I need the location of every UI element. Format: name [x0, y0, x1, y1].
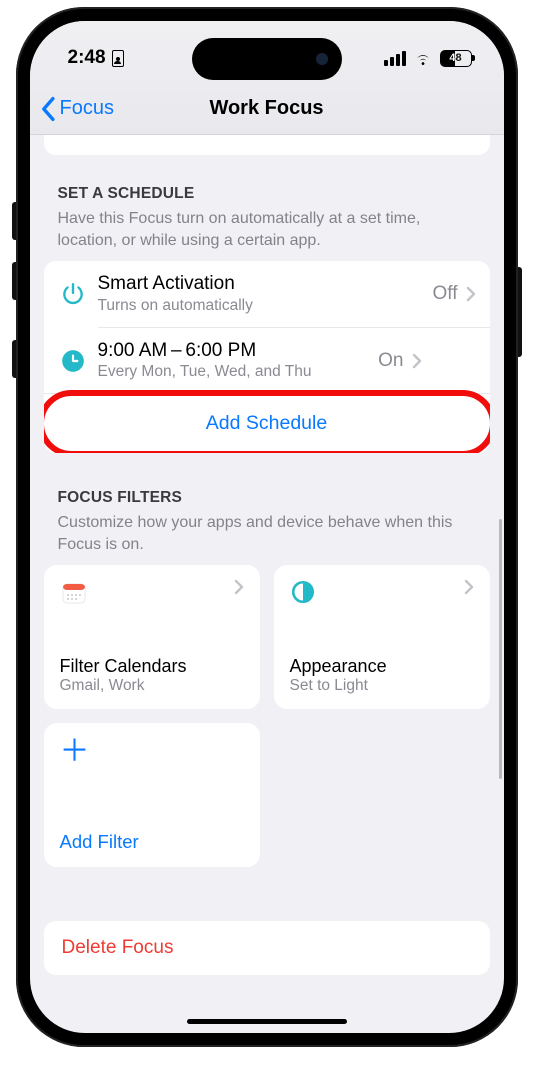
content-scroll[interactable]: SET A SCHEDULE Have this Focus turn on a… — [30, 135, 504, 1033]
chevron-right-icon — [234, 579, 244, 595]
appearance-icon — [290, 579, 316, 605]
status-left: 2:48 — [68, 47, 124, 69]
filters-grid: Filter Calendars Gmail, Work Appearance … — [44, 565, 490, 709]
add-filter-button[interactable]: ＋ Add Filter — [44, 723, 260, 867]
calendar-icon — [60, 579, 88, 607]
filters-section-header: FOCUS FILTERS — [44, 489, 490, 512]
back-label: Focus — [60, 97, 114, 120]
smart-activation-title: Smart Activation — [98, 273, 433, 296]
smart-activation-row[interactable]: Smart Activation Turns on automatically … — [44, 261, 490, 327]
chevron-right-icon — [466, 286, 476, 302]
filter-title: Filter Calendars — [60, 656, 244, 677]
power-icon — [60, 281, 98, 307]
wifi-icon — [413, 48, 433, 68]
smart-activation-state: Off — [433, 283, 458, 305]
plus-icon: ＋ — [60, 737, 244, 767]
status-right: 48 — [384, 48, 472, 68]
filter-card-calendars[interactable]: Filter Calendars Gmail, Work — [44, 565, 260, 709]
schedule-section-caption: Have this Focus turn on automatically at… — [44, 208, 490, 261]
cellular-signal-icon — [384, 51, 406, 66]
dynamic-island — [192, 38, 342, 80]
nav-bar: Focus Work Focus — [30, 83, 504, 135]
add-schedule-label: Add Schedule — [206, 412, 327, 434]
filters-section-caption: Customize how your apps and device behav… — [44, 512, 490, 565]
chevron-left-icon — [40, 96, 58, 122]
filter-sub: Set to Light — [290, 677, 474, 695]
status-time: 2:48 — [68, 47, 106, 69]
orientation-lock-icon — [112, 50, 124, 67]
screen: 2:48 48 Focus Work Focus — [30, 21, 504, 1033]
back-button[interactable]: Focus — [30, 96, 114, 122]
scroll-indicator — [499, 519, 502, 779]
home-indicator[interactable] — [187, 1019, 347, 1024]
delete-focus-button[interactable]: Delete Focus — [44, 921, 490, 975]
filter-sub: Gmail, Work — [60, 677, 244, 695]
phone-frame: 2:48 48 Focus Work Focus — [16, 7, 518, 1047]
chevron-right-icon — [464, 579, 474, 595]
battery-icon: 48 — [440, 50, 472, 67]
filter-title: Appearance — [290, 656, 474, 677]
time-schedule-state: On — [378, 350, 403, 372]
add-filter-label: Add Filter — [60, 831, 244, 853]
schedule-card: Smart Activation Turns on automatically … — [44, 261, 490, 453]
previous-card-peek — [44, 135, 490, 155]
filter-card-appearance[interactable]: Appearance Set to Light — [274, 565, 490, 709]
delete-focus-label: Delete Focus — [62, 937, 174, 958]
smart-activation-sub: Turns on automatically — [98, 296, 433, 315]
time-schedule-sub: Every Mon, Tue, Wed, and Thu — [98, 362, 379, 381]
battery-percent: 48 — [441, 52, 471, 64]
clock-icon — [60, 348, 98, 374]
chevron-right-icon — [412, 353, 422, 369]
time-schedule-title: 9:00 AM – 6:00 PM — [98, 340, 379, 363]
add-schedule-button[interactable]: Add Schedule — [44, 393, 490, 453]
schedule-section-header: SET A SCHEDULE — [44, 185, 490, 208]
time-schedule-row[interactable]: 9:00 AM – 6:00 PM Every Mon, Tue, Wed, a… — [98, 327, 490, 393]
